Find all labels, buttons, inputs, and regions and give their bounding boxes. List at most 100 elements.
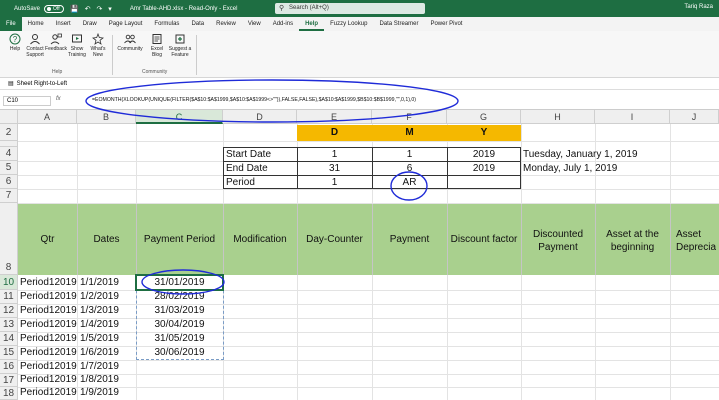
- contact-support-button[interactable]: Contact Support: [24, 33, 46, 58]
- column-header-g[interactable]: G: [447, 110, 521, 124]
- date-cell[interactable]: 1/8/2019: [80, 374, 119, 385]
- date-cell[interactable]: 1/9/2019: [80, 387, 119, 398]
- row-header[interactable]: 6: [0, 175, 18, 189]
- community-button[interactable]: Community: [117, 33, 143, 52]
- column-header-e[interactable]: E: [297, 110, 372, 124]
- row-header[interactable]: 14: [0, 332, 18, 346]
- end-date-text[interactable]: Monday, July 1, 2019: [523, 163, 617, 174]
- table-header-dates[interactable]: Dates: [77, 234, 136, 245]
- row-header[interactable]: 5: [0, 161, 18, 175]
- user-name[interactable]: Tariq Raza: [684, 4, 713, 10]
- row-header[interactable]: 10: [0, 275, 18, 290]
- start-y-cell[interactable]: 2019: [447, 149, 521, 160]
- header-y-cell[interactable]: Y: [447, 127, 521, 138]
- table-header-discount-factor[interactable]: Discount factor: [447, 234, 521, 245]
- table-header-asset-beginning[interactable]: Asset at the beginning: [599, 228, 666, 254]
- tab-home[interactable]: Home: [22, 17, 50, 31]
- qtr-cell[interactable]: Period12019: [20, 361, 77, 372]
- start-date-text[interactable]: Tuesday, January 1, 2019: [523, 149, 638, 160]
- active-cell-selection[interactable]: [135, 274, 224, 291]
- table-header-payment[interactable]: Payment: [372, 234, 447, 245]
- end-y-cell[interactable]: 2019: [447, 163, 521, 174]
- row-header[interactable]: 12: [0, 304, 18, 318]
- name-box[interactable]: C10: [3, 96, 51, 106]
- row-header[interactable]: 15: [0, 346, 18, 360]
- row-header[interactable]: 13: [0, 318, 18, 332]
- end-d-cell[interactable]: 31: [297, 163, 372, 174]
- date-cell[interactable]: 1/3/2019: [80, 305, 119, 316]
- sheet-rtl-button[interactable]: Sheet Right-to-Left: [17, 81, 67, 87]
- tab-view[interactable]: View: [242, 17, 267, 31]
- qtr-cell[interactable]: Period12019: [20, 347, 77, 358]
- tab-data[interactable]: Data: [185, 17, 210, 31]
- qtr-cell[interactable]: Period12019: [20, 387, 77, 398]
- tab-draw[interactable]: Draw: [77, 17, 103, 31]
- suggest-feature-button[interactable]: Suggest a Feature: [168, 33, 192, 58]
- formula-input[interactable]: =EOMONTH(XLOOKUP(UNIQUE(FILTER($A$10:$A$…: [92, 97, 416, 103]
- table-header-day-counter[interactable]: Day-Counter: [297, 234, 372, 245]
- row-header[interactable]: 17: [0, 374, 18, 387]
- date-cell[interactable]: 1/4/2019: [80, 319, 119, 330]
- header-d-cell[interactable]: D: [297, 127, 372, 138]
- qtr-cell[interactable]: Period12019: [20, 319, 77, 330]
- column-header-d[interactable]: D: [223, 110, 297, 124]
- row-header[interactable]: 18: [0, 387, 18, 400]
- row-header[interactable]: 11: [0, 290, 18, 304]
- period-label[interactable]: Period: [226, 177, 255, 188]
- table-header-modification[interactable]: Modification: [223, 234, 297, 245]
- table-header-payment-period[interactable]: Payment Period: [136, 234, 223, 245]
- column-header-f[interactable]: F: [372, 110, 447, 124]
- date-cell[interactable]: 1/5/2019: [80, 333, 119, 344]
- column-header-j[interactable]: J: [670, 110, 719, 124]
- tab-power-pivot[interactable]: Power Pivot: [424, 17, 468, 31]
- tab-formulas[interactable]: Formulas: [148, 17, 185, 31]
- table-header-qtr[interactable]: Qtr: [18, 234, 77, 245]
- tab-file[interactable]: File: [0, 17, 22, 31]
- date-cell[interactable]: 1/6/2019: [80, 347, 119, 358]
- excel-blog-button[interactable]: Excel Blog: [146, 33, 168, 58]
- autosave-toggle[interactable]: Off: [44, 4, 65, 13]
- row-header[interactable]: 16: [0, 360, 18, 374]
- qtr-cell[interactable]: Period12019: [20, 291, 77, 302]
- tab-fuzzy-lookup[interactable]: Fuzzy Lookup: [324, 17, 373, 31]
- row-header[interactable]: 4: [0, 147, 18, 161]
- spreadsheet-grid[interactable]: A B C D E F G H I J 2 4 5 6 7 8 10 11 12…: [0, 110, 719, 400]
- row-header[interactable]: 7: [0, 189, 18, 203]
- whats-new-button[interactable]: What's New: [87, 33, 109, 58]
- fx-icon[interactable]: fx: [56, 96, 61, 102]
- tab-add-ins[interactable]: Add-ins: [267, 17, 299, 31]
- quick-access-icons[interactable]: 💾 ↶ ↷ ▾: [70, 5, 114, 13]
- start-date-label[interactable]: Start Date: [226, 149, 271, 160]
- help-button[interactable]: ? Help: [4, 33, 26, 52]
- select-all-corner[interactable]: [0, 110, 18, 124]
- tab-review[interactable]: Review: [210, 17, 242, 31]
- start-m-cell[interactable]: 1: [372, 149, 447, 160]
- tab-data-streamer[interactable]: Data Streamer: [373, 17, 424, 31]
- qtr-cell[interactable]: Period12019: [20, 333, 77, 344]
- date-cell[interactable]: 1/2/2019: [80, 291, 119, 302]
- row-header[interactable]: 2: [0, 124, 18, 141]
- tab-insert[interactable]: Insert: [50, 17, 77, 31]
- qtr-cell[interactable]: Period12019: [20, 305, 77, 316]
- column-header-c[interactable]: C: [136, 110, 223, 124]
- search-box[interactable]: ⚲ Search (Alt+Q): [275, 3, 425, 14]
- column-header-h[interactable]: H: [521, 110, 595, 124]
- column-header-i[interactable]: I: [595, 110, 670, 124]
- table-header-asset-depreciation[interactable]: Asset Depreciation: [676, 228, 716, 254]
- end-m-cell[interactable]: 6: [372, 163, 447, 174]
- end-date-label[interactable]: End Date: [226, 163, 268, 174]
- table-header-discounted-payment[interactable]: Discounted Payment: [525, 228, 591, 254]
- qtr-cell[interactable]: Period12019: [20, 277, 77, 288]
- tab-help[interactable]: Help: [299, 17, 325, 31]
- column-header-b[interactable]: B: [77, 110, 136, 124]
- column-header-a[interactable]: A: [18, 110, 77, 124]
- date-cell[interactable]: 1/7/2019: [80, 361, 119, 372]
- tab-page-layout[interactable]: Page Layout: [103, 17, 149, 31]
- start-d-cell[interactable]: 1: [297, 149, 372, 160]
- feedback-button[interactable]: Feedback: [45, 33, 67, 52]
- show-training-button[interactable]: Show Training: [66, 33, 88, 58]
- header-m-cell[interactable]: M: [372, 127, 447, 138]
- period-m-cell[interactable]: AR: [372, 177, 447, 188]
- row-header[interactable]: 8: [0, 203, 18, 275]
- qtr-cell[interactable]: Period12019: [20, 374, 77, 385]
